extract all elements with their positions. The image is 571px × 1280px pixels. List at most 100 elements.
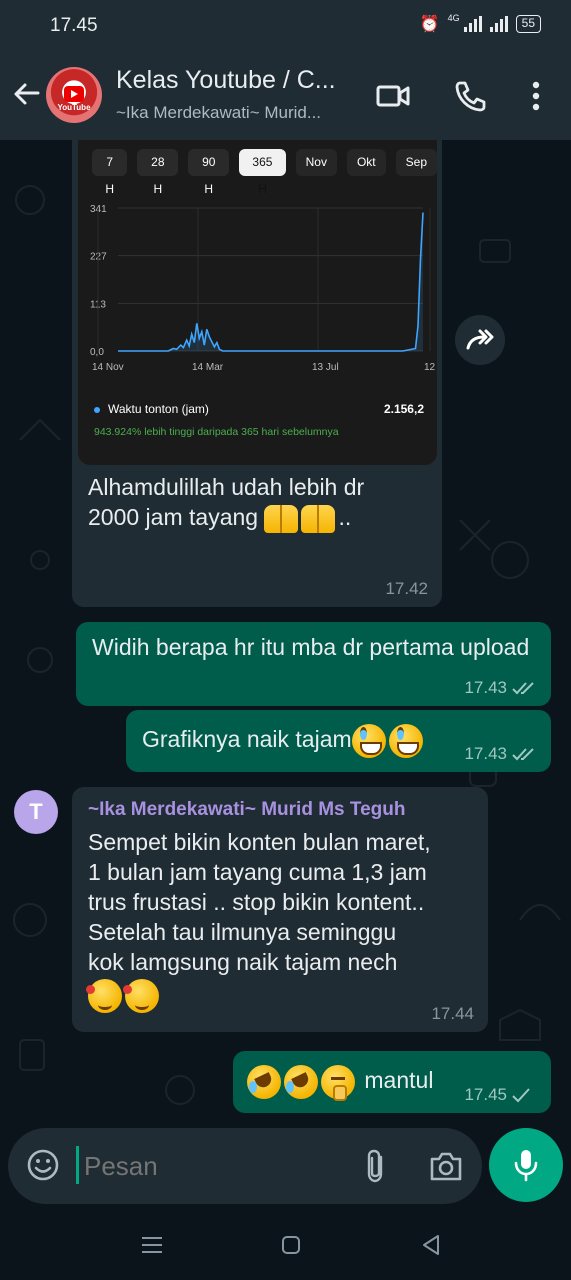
grin-sweat-emoji-icon [351,724,386,758]
chat-area[interactable]: 7 H 28 H 90 H 365 H Nov Okt Sep 0,011322… [0,140,571,1130]
youtube-play-icon [64,86,84,102]
caption-suffix: .. [338,504,352,530]
message-content: mantul [247,1065,434,1101]
message-meta: 17.43 [464,678,537,698]
forward-button[interactable] [455,315,505,365]
x-tick-label: 13 Jul [312,362,339,373]
message-line: Sempet bikin konten bulan maret, [88,829,431,855]
smiling-hearts-emoji-icon [86,979,122,1013]
chat-title[interactable]: Kelas Youtube / C... [116,66,336,95]
avatar-logo-text: YouTube [57,103,91,112]
double-check-icon [512,748,534,761]
message-line: kok lamgsung naik tajam nech [88,949,398,975]
single-check-icon [512,1088,530,1103]
message-line: 1 bulan jam tayang cuma 1,3 jam [88,859,427,885]
rolling-laughing-emoji-icon [247,1065,281,1099]
legend-total: 2.156,2 [383,402,424,416]
back-arrow-icon[interactable] [10,78,42,110]
watch-time-chart: 0,011322734114 Nov14 Mar13 Jul12 Nov [90,204,437,373]
open-hands-emoji-icon [264,504,299,533]
group-avatar[interactable]: YouTube [46,67,102,123]
series-line [118,212,424,352]
outgoing-message[interactable]: mantul 17.45 [233,1051,551,1113]
message-text: Grafiknya naik tajam [142,726,352,753]
open-hands-emoji-icon-2 [301,504,336,533]
chart-legend: Waktu tonton (jam) 2.156,2 [94,402,424,416]
message-text: Widih berapa hr itu mba dr pertama uploa… [92,634,530,660]
y-tick-label: 0,0 [90,347,104,358]
chart-tab-okt: Okt [346,149,386,176]
sender-avatar[interactable]: T [14,790,58,834]
mic-icon [514,1150,538,1182]
outgoing-message[interactable]: Widih berapa hr itu mba dr pertama uploa… [76,622,551,706]
attach-icon[interactable] [360,1148,390,1184]
message-text: mantul [364,1067,434,1094]
chat-subtitle[interactable]: ~Ika Merdekawati~ Murid... [116,103,321,123]
emoji-row [86,979,483,1013]
message-composer [8,1128,482,1204]
message-body: Sempet bikin konten bulan maret, 1 bulan… [86,827,483,1013]
rolling-laughing-emoji-icon-2 [284,1065,318,1099]
text-cursor [76,1146,79,1184]
smiling-hearts-emoji-icon-2 [123,979,159,1013]
chart-tab-90h: 90 H [188,149,230,196]
chat-header: YouTube Kelas Youtube / C... ~Ika Merdek… [0,50,571,140]
emoji-icon[interactable] [26,1148,60,1182]
chart-tab-7h: 7 H [92,149,128,196]
chart-tab-nov: Nov [295,149,337,176]
message-line: trus frustasi .. stop bikin kontent.. [88,889,425,915]
message-content: Grafiknya naik tajam [142,724,426,758]
incoming-message[interactable]: ~Ika Merdekawati~ Murid Ms Teguh Sempet … [72,787,488,1032]
home-icon[interactable] [276,1232,306,1258]
outgoing-message[interactable]: Grafiknya naik tajam 17.43 [126,710,551,772]
y-tick-label: 341 [90,204,107,215]
alarm-icon: ⏰ [419,16,440,33]
x-tick-label: 12 Nov [424,362,437,373]
message-time: 17.43 [464,678,507,697]
back-nav-icon[interactable] [416,1232,446,1258]
chart-tab-28h: 28 H [137,149,179,196]
sender-name[interactable]: ~Ika Merdekawati~ Murid Ms Teguh [88,799,405,821]
message-time: 17.45 [464,1085,507,1104]
analytics-screenshot[interactable]: 7 H 28 H 90 H 365 H Nov Okt Sep 0,011322… [78,140,437,465]
message-time-text: 17.42 [385,579,428,598]
legend-label: Waktu tonton (jam) [108,402,209,416]
y-tick-label: 227 [90,252,107,263]
grin-sweat-emoji-icon-2 [388,724,423,758]
legend-dot-icon [94,406,100,413]
image-caption: Alhamdulillah udah lebih dr 2000 jam tay… [88,472,418,533]
series-area [118,212,423,351]
network-type: 4G [447,13,460,23]
phone-icon[interactable] [452,78,488,114]
forward-icon [466,329,494,350]
message-meta: 17.45 [464,1085,531,1105]
more-vert-icon[interactable] [522,78,550,114]
status-bar: 17.45 ⏰ 4G 55 [0,0,571,50]
battery-icon: 55 [515,15,541,33]
caption-line-2: 2000 jam tayang [88,504,259,530]
chart-tab-sep: Sep [395,149,437,176]
message-meta: 17.43 [464,744,537,764]
signal-icon [463,16,482,32]
image-message[interactable]: 7 H 28 H 90 H 365 H Nov Okt Sep 0,011322… [72,140,442,607]
message-line: Setelah tau ilmunya seminggu [88,919,397,945]
x-tick-label: 14 Nov [92,362,124,373]
camera-icon[interactable] [428,1150,464,1182]
double-check-icon [512,682,534,695]
caption-line-1: Alhamdulillah udah lebih dr [88,474,365,500]
status-icons: ⏰ 4G 55 [419,13,541,34]
video-call-icon[interactable] [375,78,411,114]
message-input[interactable] [84,1144,354,1188]
message-time: 17.42 [385,579,428,599]
signal-icon-2 [489,16,508,32]
system-nav-bar [0,1210,571,1280]
status-time: 17.45 [50,15,98,36]
mic-button[interactable] [489,1128,563,1202]
shushing-face-emoji-icon [321,1065,355,1101]
chart-tab-365h: 365 H [239,149,286,196]
chart-comparison-text: 943.924% lebih tinggi daripada 365 hari … [94,426,339,438]
x-tick-label: 14 Mar [192,362,224,373]
message-time: 17.44 [431,1004,474,1023]
recent-apps-icon[interactable] [137,1232,167,1258]
message-meta: 17.44 [431,1004,474,1024]
